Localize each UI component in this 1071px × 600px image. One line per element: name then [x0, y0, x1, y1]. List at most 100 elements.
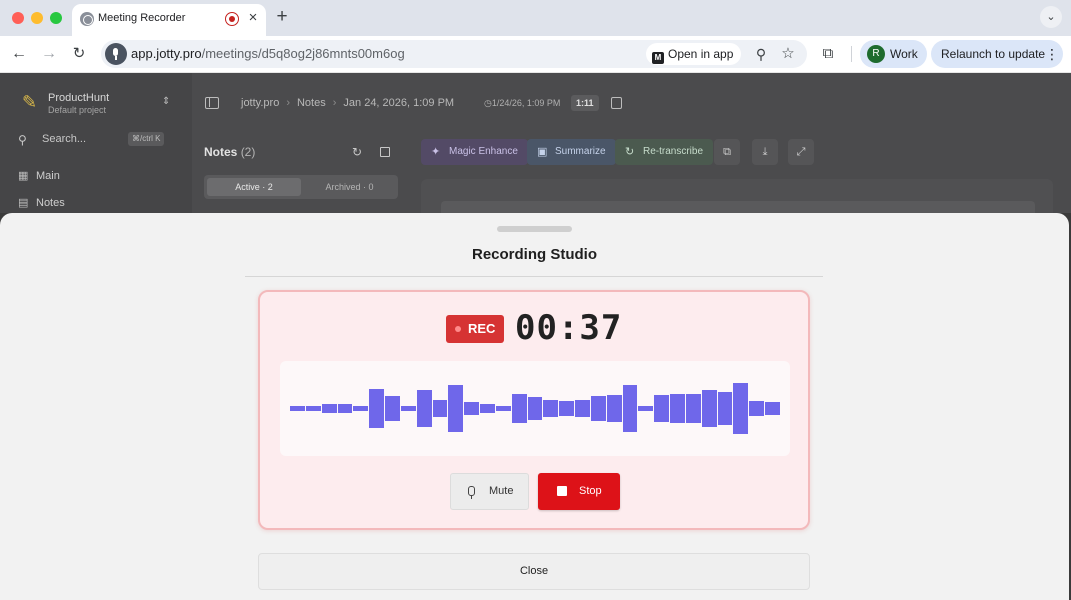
retranscribe-button[interactable]: ↻ Re-transcribe — [615, 139, 714, 165]
download-icon[interactable]: ⤓ — [752, 139, 778, 165]
record-dot-icon — [455, 326, 461, 332]
waveform-bar — [717, 392, 733, 425]
new-tab-button[interactable]: + — [272, 6, 292, 28]
sheet-divider — [245, 276, 823, 277]
waveform-bar — [685, 394, 701, 423]
sheet-drag-handle[interactable] — [497, 226, 572, 232]
microphone-icon[interactable] — [105, 43, 127, 65]
notes-filter-segmented-control: Active · 2 Archived · 0 — [204, 175, 398, 199]
breadcrumb-item[interactable]: Notes — [297, 97, 326, 109]
note-content-tabs — [441, 201, 1035, 213]
waveform-bar — [622, 384, 638, 433]
waveform-bar — [701, 390, 717, 427]
recording-indicator-icon — [225, 12, 239, 26]
tab-title: Meeting Recorder — [98, 12, 186, 24]
notes-heading: Notes (2) — [204, 145, 256, 159]
waveform-bar — [290, 405, 305, 412]
tab-active-notes[interactable]: Active · 2 — [207, 178, 301, 196]
summarize-button[interactable]: ▣ Summarize — [527, 139, 616, 165]
waveform-bar — [527, 397, 543, 420]
search-icon: ⚲ — [18, 133, 27, 147]
magic-wand-icon: ✦ — [431, 146, 441, 158]
browser-tab-bar: Meeting Recorder × + ⌄ — [0, 0, 1071, 36]
window-minimize-button[interactable] — [31, 12, 43, 24]
refresh-icon[interactable]: ↻ — [352, 145, 362, 159]
kebab-menu-icon[interactable]: ⋮ — [1045, 45, 1059, 63]
waveform-bar — [495, 405, 511, 412]
waveform-bar — [670, 394, 685, 423]
sidebar-item-main[interactable]: ▦ Main — [18, 169, 60, 182]
breadcrumb-item: Jan 24, 2026, 1:09 PM — [343, 97, 455, 109]
browser-tab-meeting-recorder[interactable]: Meeting Recorder × — [72, 4, 266, 36]
waveform-bar — [590, 396, 606, 421]
globe-icon — [80, 12, 94, 26]
relaunch-label: Relaunch to update — [941, 47, 1046, 61]
breadcrumb: jotty.pro › Notes › Jan 24, 2026, 1:09 PM — [241, 97, 455, 109]
document-icon: ▣ — [537, 146, 548, 158]
stop-recording-button[interactable]: Stop — [538, 473, 620, 510]
back-arrow-icon[interactable]: ← — [8, 43, 30, 65]
address-bar[interactable]: app.jotty.pro/meetings/d5q8og2j86mnts00m… — [101, 40, 807, 68]
map-icon: ▦ — [18, 170, 29, 182]
expand-icon[interactable]: ⤢ — [788, 139, 814, 165]
zoom-icon[interactable]: ⚲ — [751, 44, 771, 64]
waveform-bar — [337, 403, 353, 414]
window-zoom-button[interactable] — [50, 12, 62, 24]
browser-toolbar: ← → ↻ app.jotty.pro/meetings/d5q8og2j86m… — [0, 36, 1071, 73]
window-close-button[interactable] — [12, 12, 24, 24]
waveform-bar — [448, 384, 464, 433]
relaunch-to-update-button[interactable]: Relaunch to update ⋮ — [931, 40, 1063, 68]
pencil-logo-icon: ✎ — [22, 92, 38, 112]
bookmark-star-icon[interactable]: ☆ — [778, 44, 798, 64]
microphone-icon — [466, 486, 476, 499]
waveform-bar — [400, 405, 416, 412]
waveform-bar — [369, 388, 385, 429]
waveform-bar — [353, 405, 369, 412]
app-icon: M — [652, 52, 664, 64]
sidebar-item-notes[interactable]: ▤ Notes — [18, 196, 65, 209]
breadcrumb-item[interactable]: jotty.pro — [241, 97, 279, 109]
waveform-bar — [385, 396, 400, 421]
recording-card: REC 00:37 Mute Stop — [258, 290, 810, 530]
notes-icon: ▤ — [18, 197, 29, 209]
forward-arrow-icon[interactable]: → — [38, 43, 60, 65]
select-all-icon[interactable] — [380, 147, 390, 157]
reload-icon[interactable]: ↻ — [68, 43, 90, 65]
waveform-bar — [749, 400, 765, 417]
refresh-icon: ↻ — [625, 146, 635, 158]
search-shortcut-badge: ⌘/ctrl K — [128, 132, 165, 146]
tab-search-chevron-icon[interactable]: ⌄ — [1040, 6, 1062, 28]
sidebar-search[interactable]: Search... — [42, 133, 86, 145]
avatar: R — [867, 45, 885, 63]
tab-archived-notes[interactable]: Archived · 0 — [304, 178, 395, 196]
waveform-bar — [606, 395, 622, 422]
project-name[interactable]: ProductHunt — [48, 92, 109, 104]
mute-button[interactable]: Mute — [450, 473, 529, 510]
open-in-app-button[interactable]: M Open in app — [646, 43, 742, 65]
magic-enhance-button[interactable]: ✦ Magic Enhance — [421, 139, 528, 165]
recording-timer: 00:37 — [515, 308, 623, 348]
waveform-bar — [638, 405, 654, 412]
sidebar-toggle-icon[interactable] — [205, 97, 219, 109]
close-button[interactable]: Close — [258, 553, 810, 590]
project-subtitle: Default project — [48, 105, 107, 115]
profile-name: Work — [890, 47, 918, 61]
waveform-bar — [765, 401, 780, 416]
waveform-bar — [654, 395, 670, 422]
sheet-title: Recording Studio — [472, 246, 597, 263]
waveform-bar — [733, 382, 749, 435]
copy-icon[interactable] — [611, 97, 622, 109]
url-text[interactable]: app.jotty.pro/meetings/d5q8og2j86mnts00m… — [131, 46, 405, 61]
copy-icon[interactable]: ⧉ — [714, 139, 740, 165]
waveform-bar — [432, 399, 448, 418]
mute-label: Mute — [489, 485, 514, 497]
chevron-up-down-icon[interactable]: ⇕ — [162, 96, 170, 107]
sidebar: ✎ ProductHunt Default project ⇕ ⚲ Search… — [0, 73, 192, 213]
profile-button[interactable]: R Work — [860, 40, 927, 68]
rec-badge: REC — [446, 315, 504, 343]
app-background: ✎ ProductHunt Default project ⇕ ⚲ Search… — [0, 73, 1071, 213]
rec-badge-label: REC — [468, 321, 496, 336]
duration-badge: 1:11 — [571, 95, 599, 111]
tab-close-icon[interactable]: × — [244, 9, 262, 27]
extensions-puzzle-icon[interactable]: ⧉ — [817, 43, 839, 65]
